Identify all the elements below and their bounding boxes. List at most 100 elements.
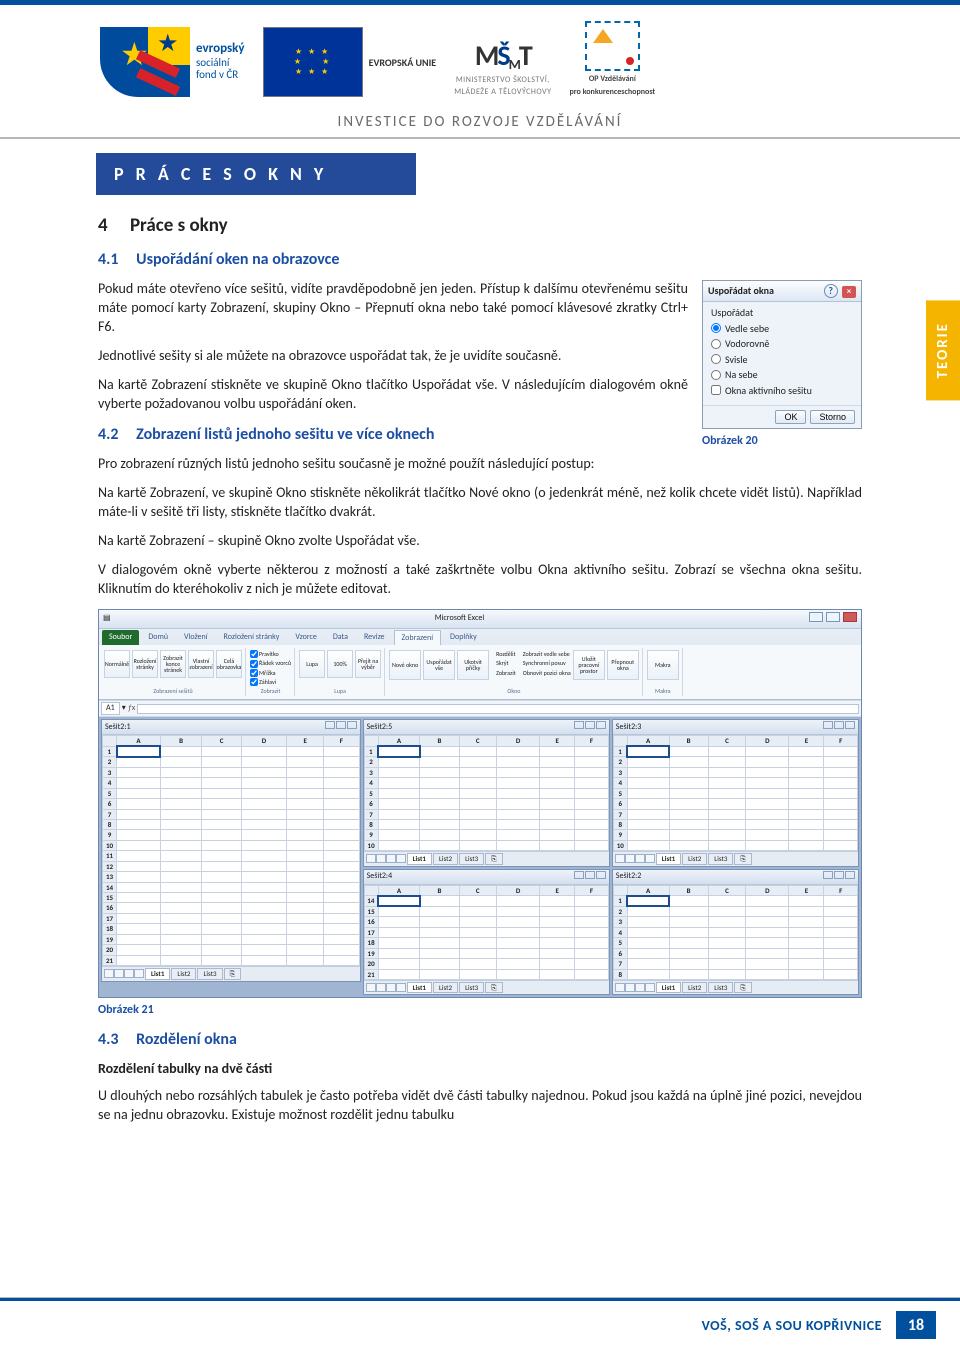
cell[interactable]	[324, 924, 359, 934]
cell[interactable]	[824, 927, 858, 937]
cell[interactable]	[324, 945, 359, 955]
cell[interactable]	[497, 809, 540, 819]
radio-svisle[interactable]: Svisle	[711, 353, 853, 367]
cell[interactable]	[669, 778, 708, 788]
row-header[interactable]: 7	[613, 809, 627, 819]
cell[interactable]	[324, 788, 359, 798]
cell[interactable]	[627, 830, 669, 840]
row-header[interactable]: 6	[364, 799, 378, 809]
cell[interactable]	[497, 746, 540, 756]
cell[interactable]	[160, 757, 201, 767]
sheet-tab[interactable]: List1	[407, 982, 432, 993]
cell[interactable]	[117, 840, 161, 850]
cell[interactable]	[497, 778, 540, 788]
cell[interactable]	[378, 840, 420, 850]
help-icon[interactable]: ?	[824, 284, 838, 298]
cell[interactable]	[202, 913, 242, 923]
cell[interactable]	[669, 757, 708, 767]
cell[interactable]	[746, 938, 789, 948]
cell[interactable]	[117, 893, 161, 903]
cell[interactable]	[324, 809, 359, 819]
row-header[interactable]: 4	[103, 778, 117, 788]
col-header[interactable]: C	[459, 885, 497, 896]
radio-vedle-sebe[interactable]: Vedle sebe	[711, 322, 853, 336]
cell[interactable]	[540, 969, 575, 979]
cell[interactable]	[324, 799, 359, 809]
row-header[interactable]: 3	[364, 767, 378, 777]
cell[interactable]	[160, 840, 201, 850]
cell[interactable]	[497, 948, 540, 958]
cell[interactable]	[789, 799, 824, 809]
ribbon-tab-revize[interactable]: Revize	[357, 630, 392, 646]
ribbon-button[interactable]: Přepnout okna	[607, 650, 639, 680]
cell[interactable]	[575, 819, 609, 829]
close-icon[interactable]	[596, 721, 606, 729]
sheet-tab[interactable]: List1	[145, 968, 170, 979]
cell[interactable]	[627, 906, 669, 916]
minimize-icon[interactable]	[823, 871, 833, 879]
cell[interactable]	[575, 809, 609, 819]
cell[interactable]	[789, 830, 824, 840]
cell[interactable]	[627, 757, 669, 767]
cell[interactable]	[575, 969, 609, 979]
cell[interactable]	[669, 969, 708, 979]
nav-next-icon[interactable]	[635, 854, 645, 863]
nav-last-icon[interactable]	[396, 983, 406, 992]
cell[interactable]	[459, 969, 497, 979]
cell[interactable]	[746, 948, 789, 958]
cell[interactable]	[117, 757, 161, 767]
cell[interactable]	[497, 819, 540, 829]
cell[interactable]	[287, 767, 324, 777]
cell[interactable]	[287, 819, 324, 829]
cell[interactable]	[627, 896, 669, 906]
cell[interactable]	[459, 917, 497, 927]
nav-next-icon[interactable]	[635, 983, 645, 992]
col-header[interactable]: B	[160, 735, 201, 746]
checkbox-input[interactable]	[250, 669, 258, 677]
cell[interactable]	[420, 746, 459, 756]
cell[interactable]	[378, 799, 420, 809]
cell[interactable]	[497, 767, 540, 777]
radio-na-sebe[interactable]: Na sebe	[711, 368, 853, 382]
cell[interactable]	[746, 788, 789, 798]
cell[interactable]	[241, 809, 286, 819]
cell[interactable]	[575, 746, 609, 756]
cell[interactable]	[117, 851, 161, 861]
cell[interactable]	[746, 917, 789, 927]
cell[interactable]	[789, 938, 824, 948]
cell[interactable]	[575, 799, 609, 809]
cell[interactable]	[789, 788, 824, 798]
new-sheet-icon[interactable]: ⎘	[485, 982, 503, 993]
cell[interactable]	[117, 746, 161, 756]
minimize-icon[interactable]	[809, 612, 823, 622]
row-header[interactable]: 9	[613, 830, 627, 840]
row-header[interactable]: 10	[364, 840, 378, 850]
sheet-tab[interactable]: List2	[682, 853, 707, 864]
cell[interactable]	[287, 893, 324, 903]
cell[interactable]	[241, 861, 286, 871]
cell[interactable]	[241, 799, 286, 809]
cell[interactable]	[117, 778, 161, 788]
cell[interactable]	[324, 955, 359, 965]
cell[interactable]	[708, 896, 746, 906]
cell[interactable]	[241, 767, 286, 777]
cell[interactable]	[746, 969, 789, 979]
cell[interactable]	[287, 757, 324, 767]
cell[interactable]	[117, 872, 161, 882]
ribbon-checkbox[interactable]: Řádek vzorců	[250, 659, 291, 667]
col-header[interactable]: A	[378, 885, 420, 896]
cell[interactable]	[160, 913, 201, 923]
sheet-tab[interactable]: List2	[433, 982, 458, 993]
cell[interactable]	[241, 872, 286, 882]
cell[interactable]	[789, 896, 824, 906]
sheet-tab[interactable]: List2	[682, 982, 707, 993]
cell[interactable]	[708, 830, 746, 840]
corner-cell[interactable]	[613, 735, 627, 746]
cell[interactable]	[497, 788, 540, 798]
cell[interactable]	[789, 927, 824, 937]
minimize-icon[interactable]	[325, 721, 335, 729]
cell[interactable]	[378, 927, 420, 937]
row-header[interactable]: 17	[103, 913, 117, 923]
cell[interactable]	[540, 799, 575, 809]
col-header[interactable]: D	[497, 885, 540, 896]
